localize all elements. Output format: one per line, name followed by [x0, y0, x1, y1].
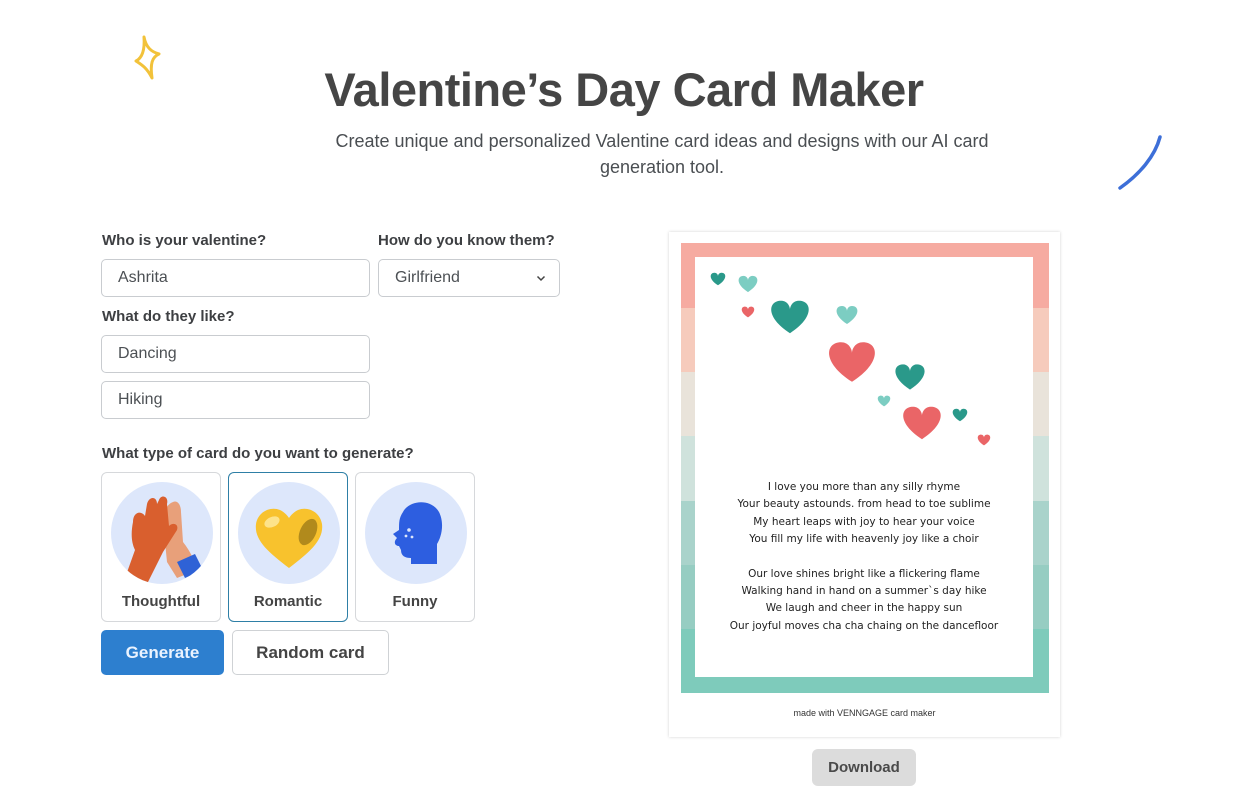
heart-shape — [710, 272, 726, 286]
download-button[interactable]: Download — [812, 749, 916, 786]
card-preview: I love you more than any silly rhyme Your… — [669, 232, 1060, 737]
random-card-button[interactable]: Random card — [232, 630, 389, 675]
card-type-thoughtful[interactable]: Thoughtful — [101, 472, 221, 622]
heart-shape — [829, 342, 875, 382]
like-field-2[interactable] — [101, 381, 370, 419]
card-type-funny[interactable]: Funny — [355, 472, 475, 622]
heart-shape — [952, 408, 968, 422]
valentine-name-field[interactable] — [101, 259, 370, 297]
poem-line: Our joyful moves cha cha chaing on the d… — [729, 619, 999, 632]
heart-shape — [903, 406, 941, 440]
like-input-2[interactable] — [118, 391, 369, 409]
poem-line: Our love shines bright like a flickering… — [748, 567, 980, 580]
heart-shape — [741, 306, 755, 318]
heart-icon — [255, 508, 323, 568]
high-five-icon — [125, 496, 203, 584]
poem-line: We laugh and cheer in the happy sun — [765, 602, 963, 615]
heart-shape — [877, 395, 891, 407]
generate-button[interactable]: Generate — [101, 630, 224, 675]
poem-stanza-1: I love you more than any silly rhyme Your… — [695, 479, 1033, 549]
hearts-decoration — [710, 272, 991, 446]
card-type-label: What type of card do you want to generat… — [102, 445, 414, 462]
heart-shape — [771, 300, 809, 334]
like-input-1[interactable] — [118, 345, 369, 363]
heart-shape — [738, 275, 758, 293]
venngage-footnote: made with VENNGAGE card maker — [793, 708, 936, 718]
poem-stanza-2: Our love shines bright like a flickering… — [695, 566, 1033, 636]
heart-shape — [836, 306, 858, 324]
poem-line: I love you more than any silly rhyme — [767, 481, 961, 493]
card-inner: I love you more than any silly rhyme Your… — [695, 257, 1033, 677]
card-type-label-romantic: Romantic — [253, 593, 323, 610]
laughing-face-icon — [393, 502, 443, 564]
card-type-label-thoughtful: Thoughtful — [121, 593, 201, 610]
relation-select[interactable]: Girlfriend — [378, 259, 560, 297]
relation-selected-value: Girlfriend — [395, 269, 460, 286]
heart-shape — [895, 364, 925, 390]
likes-label: What do they like? — [102, 308, 235, 325]
page-subtitle: Create unique and personalized Valentine… — [335, 131, 989, 177]
valentine-label: Who is your valentine? — [102, 232, 267, 249]
poem-line: Walking hand in hand on a summer`s day h… — [741, 585, 987, 598]
heart-shape — [977, 434, 991, 446]
poem-line: You fill my life with heavenly joy like … — [749, 533, 979, 546]
relation-label: How do you know them? — [378, 232, 555, 249]
brush-stroke-icon — [1118, 135, 1162, 190]
card-poem: I love you more than any silly rhyme Your… — [695, 479, 1033, 635]
chevron-down-icon — [536, 275, 546, 282]
card-frame: I love you more than any silly rhyme Your… — [681, 243, 1049, 694]
poem-line: My heart leaps with joy to hear your voi… — [753, 515, 975, 528]
poem-line: Your beauty astounds. from head to toe s… — [737, 498, 991, 511]
card-type-romantic[interactable]: Romantic — [228, 472, 348, 622]
valentine-name-input[interactable] — [118, 269, 369, 287]
card-type-label-funny: Funny — [392, 593, 438, 610]
page-title: Valentine’s Day Card Maker — [324, 63, 924, 116]
like-field-1[interactable] — [101, 335, 370, 373]
